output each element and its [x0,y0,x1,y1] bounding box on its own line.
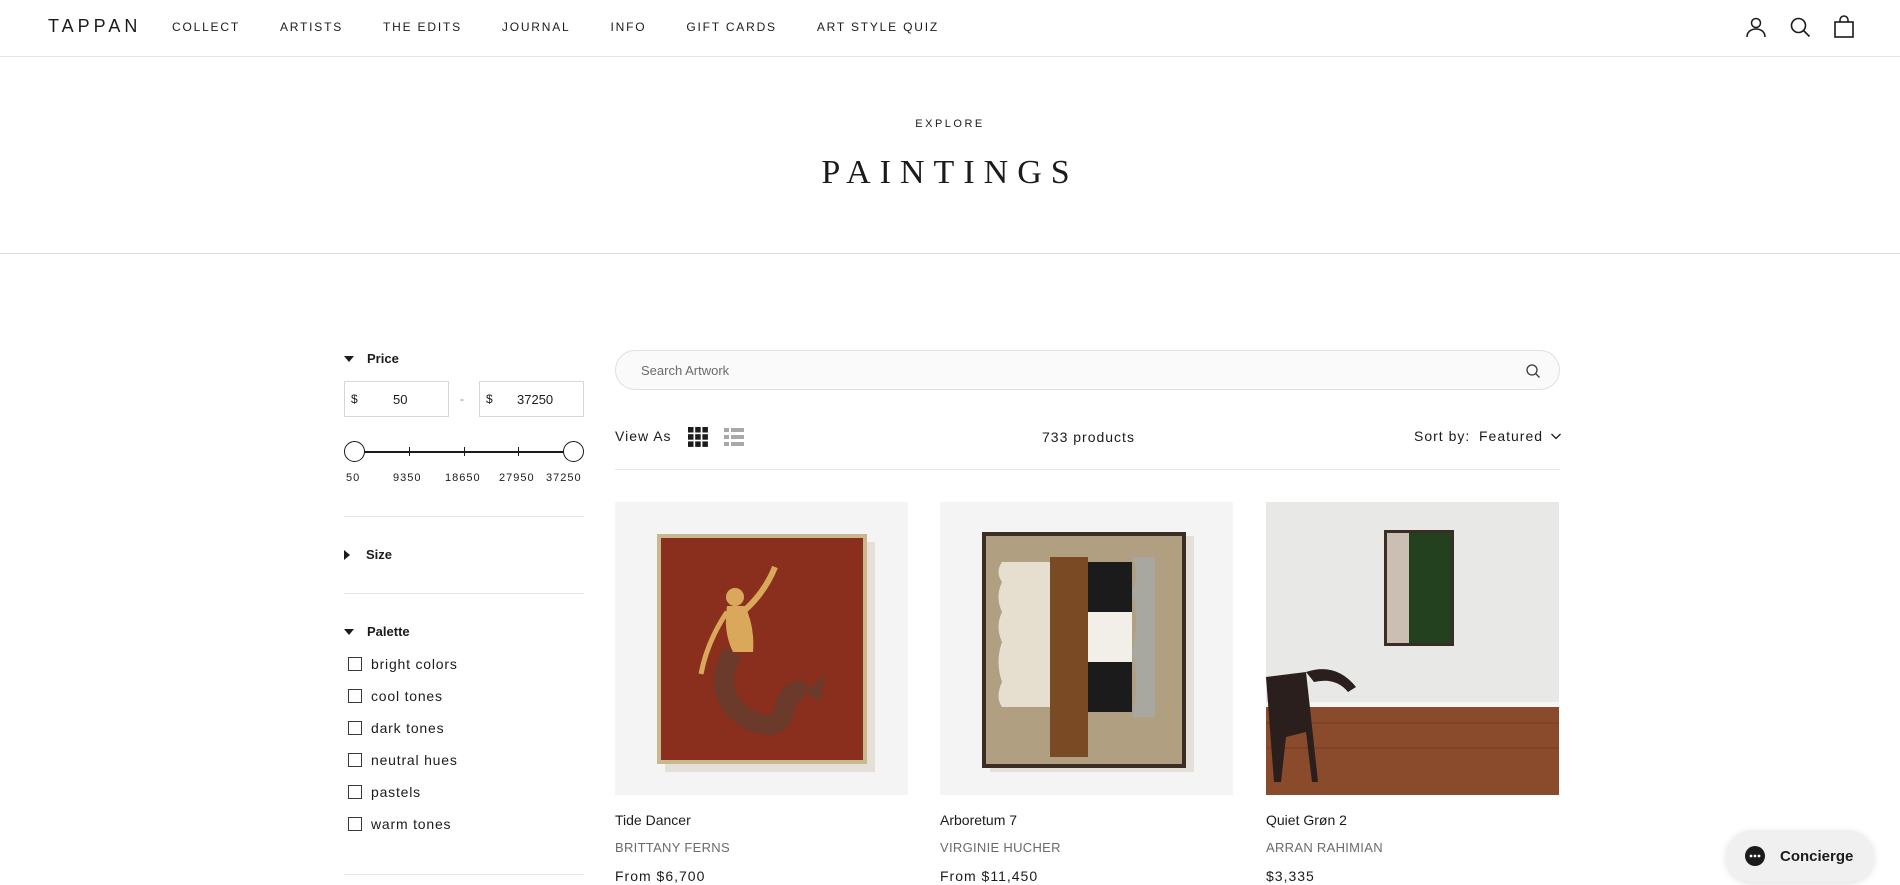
filter-price-toggle[interactable]: Price [344,351,399,366]
nav-item-journal[interactable]: JOURNAL [502,20,571,34]
page-title: PAINTINGS [821,154,1079,191]
nav-item-collect[interactable]: COLLECT [172,20,240,34]
palette-option-label: neutral hues [371,752,458,768]
price-slider-min-handle[interactable] [344,441,365,462]
product-title[interactable]: Tide Dancer [615,812,691,828]
nav-item-the-edits[interactable]: THE EDITS [383,20,462,34]
view-as-label: View As [615,428,672,444]
checkbox[interactable] [348,689,362,703]
filter-size-label: Size [366,547,393,562]
search-placeholder: Search Artwork [641,363,730,378]
product-price: From $11,450 [940,868,1039,884]
checkbox[interactable] [348,753,362,767]
sort-select[interactable]: Featured [1479,428,1543,444]
site-header: TAPPAN COLLECT ARTISTS THE EDITS JOURNAL… [0,0,1900,57]
filter-palette-toggle[interactable]: Palette [344,624,410,639]
price-min-input[interactable]: $ 50 [344,381,449,417]
checkbox[interactable] [348,657,362,671]
slider-tick [409,447,410,456]
slider-tick [518,447,519,456]
price-min-value: 50 [393,392,408,407]
nav-item-gift-cards[interactable]: GIFT CARDS [686,20,776,34]
palette-option-label: cool tones [371,688,443,704]
checkbox[interactable] [348,721,362,735]
product-title[interactable]: Quiet Grøn 2 [1266,812,1347,828]
price-slider-max-handle[interactable] [563,441,584,462]
filter-palette-label: Palette [367,624,410,639]
checkbox[interactable] [348,817,362,831]
caret-down-icon [344,355,354,362]
nav-item-art-style-quiz[interactable]: ART STYLE QUIZ [817,20,939,34]
slider-tick-label: 50 [346,472,361,484]
site-logo[interactable]: TAPPAN [48,16,141,37]
product-artist[interactable]: VIRGINIE HUCHER [940,840,1061,855]
palette-option-cool-tones[interactable]: cool tones [348,688,443,704]
product-title[interactable]: Arboretum 7 [940,812,1017,828]
filter-divider [344,874,584,875]
collection-hero: EXPLORE PAINTINGS [0,57,1900,254]
palette-option-bright-colors[interactable]: bright colors [348,656,458,672]
slider-tick-label: 18650 [445,472,481,484]
palette-option-neutral-hues[interactable]: neutral hues [348,752,458,768]
palette-option-label: bright colors [371,656,458,672]
main-nav: COLLECT ARTISTS THE EDITS JOURNAL INFO G… [172,20,979,34]
account-icon[interactable] [1744,15,1768,39]
artwork-search-input[interactable]: Search Artwork [615,350,1560,390]
product-artist[interactable]: ARRAN RAHIMIAN [1266,840,1383,855]
slider-tick [464,447,465,456]
chat-icon [1745,846,1765,866]
filter-divider [344,516,584,517]
currency-symbol: $ [351,392,358,406]
product-image-quiet-gron-2[interactable] [1266,502,1559,795]
search-icon[interactable] [1525,363,1541,379]
price-max-input[interactable]: $ 37250 [479,381,584,417]
checkbox[interactable] [348,785,362,799]
product-artist[interactable]: BRITTANY FERNS [615,840,730,855]
toolbar-divider [615,469,1560,470]
filter-size-toggle[interactable]: Size [344,547,392,562]
hero-subtitle: EXPLORE [915,118,985,130]
artwork-image [940,502,1233,795]
sort-label: Sort by: [1414,428,1471,444]
filter-price-label: Price [367,351,399,366]
palette-option-pastels[interactable]: pastels [348,784,421,800]
palette-option-warm-tones[interactable]: warm tones [348,816,451,832]
list-view-icon[interactable] [724,427,744,447]
palette-option-label: warm tones [371,816,452,832]
product-image-arboretum-7[interactable] [940,502,1233,795]
cart-icon[interactable] [1832,15,1856,39]
product-price: $3,335 [1266,868,1315,884]
product-count: 733 products [1042,429,1135,445]
concierge-label: Concierge [1780,847,1854,865]
nav-item-artists[interactable]: ARTISTS [280,20,343,34]
grid-view-icon[interactable] [688,427,708,447]
palette-option-label: pastels [371,784,421,800]
artwork-image [1266,502,1559,795]
slider-tick-label: 37250 [546,472,582,484]
caret-right-icon [344,549,350,560]
product-price: From $6,700 [615,868,706,884]
product-image-tide-dancer[interactable] [615,502,908,795]
price-max-value: 37250 [517,392,554,407]
filter-divider [344,593,584,594]
search-icon[interactable] [1788,15,1812,39]
slider-tick-label: 9350 [393,472,422,484]
artwork-image [615,502,908,795]
concierge-chat-button[interactable]: Concierge [1726,830,1874,882]
palette-option-dark-tones[interactable]: dark tones [348,720,444,736]
palette-option-label: dark tones [371,720,445,736]
slider-tick-label: 27950 [499,472,535,484]
caret-down-icon [344,628,354,635]
nav-item-info[interactable]: INFO [611,20,647,34]
chevron-down-icon[interactable] [1550,430,1562,442]
currency-symbol: $ [486,392,493,406]
price-range-dash: - [460,392,464,406]
